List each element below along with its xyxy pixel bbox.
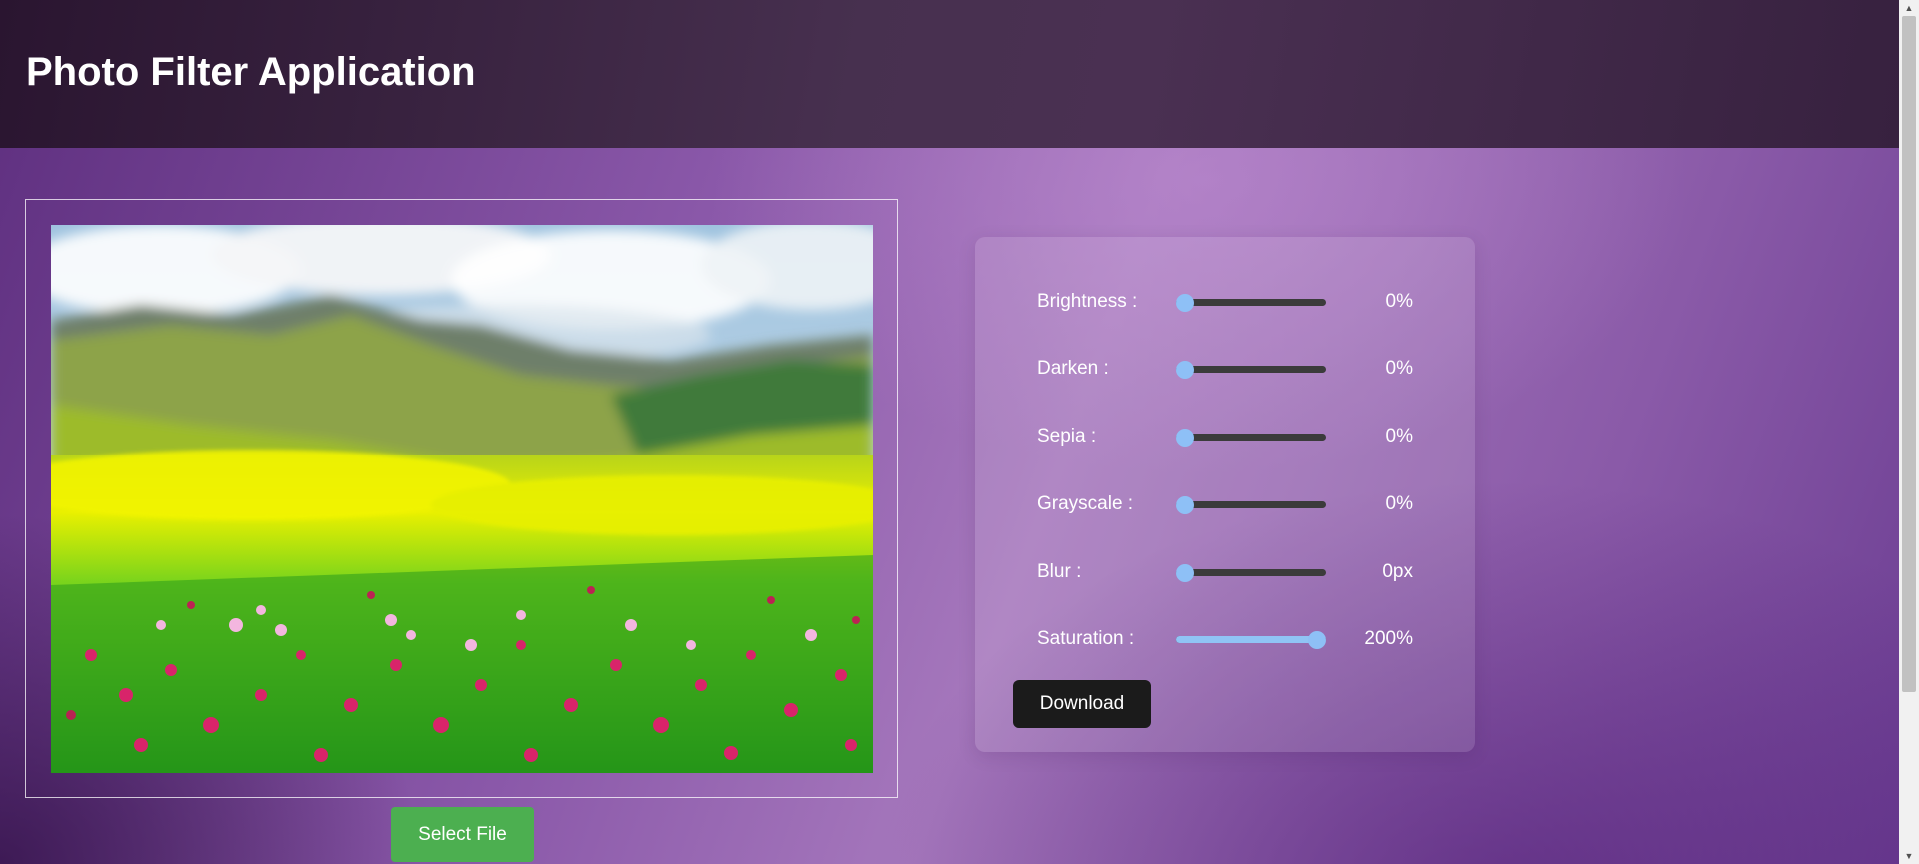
select-file-button[interactable]: Select File (391, 807, 534, 862)
blur-slider-thumb[interactable] (1176, 564, 1194, 582)
grayscale-slider-thumb[interactable] (1176, 496, 1194, 514)
sepia-label: Sepia : (1037, 426, 1097, 447)
saturation-slider-thumb[interactable] (1308, 631, 1326, 649)
grayscale-label: Grayscale : (1037, 493, 1134, 514)
brightness-slider-thumb[interactable] (1176, 294, 1194, 312)
saturation-label: Saturation : (1037, 628, 1135, 649)
brightness-slider[interactable] (1176, 294, 1326, 312)
photo-preview (51, 225, 873, 773)
vertical-scrollbar[interactable]: ▲ ▼ (1899, 0, 1919, 864)
brightness-value: 0% (1385, 291, 1413, 312)
triangle-down-icon[interactable]: ▼ (1899, 848, 1919, 864)
grayscale-value: 0% (1385, 493, 1413, 514)
image-preview-frame (25, 199, 898, 798)
scrollbar-thumb[interactable] (1902, 16, 1916, 692)
triangle-up-icon[interactable]: ▲ (1899, 0, 1919, 16)
darken-value: 0% (1385, 358, 1413, 379)
darken-slider-thumb[interactable] (1176, 361, 1194, 379)
darken-control: Darken : 0% (975, 354, 1475, 384)
brightness-label: Brightness : (1037, 291, 1138, 312)
filter-controls-panel: Brightness : 0% Darken : 0% Sepia : 0% G… (975, 237, 1475, 752)
blur-label: Blur : (1037, 561, 1082, 582)
blur-value: 0px (1382, 561, 1413, 582)
saturation-control: Saturation : 200% (975, 624, 1475, 654)
brightness-control: Brightness : 0% (975, 287, 1475, 317)
darken-label: Darken : (1037, 358, 1109, 379)
page-title: Photo Filter Application (26, 50, 476, 94)
darken-slider[interactable] (1176, 361, 1326, 379)
sepia-slider[interactable] (1176, 429, 1326, 447)
sepia-slider-thumb[interactable] (1176, 429, 1194, 447)
blur-control: Blur : 0px (975, 557, 1475, 587)
app-header: Photo Filter Application (0, 0, 1899, 148)
grayscale-slider[interactable] (1176, 496, 1326, 514)
saturation-value: 200% (1364, 628, 1413, 649)
saturation-slider[interactable] (1176, 631, 1326, 649)
sepia-value: 0% (1385, 426, 1413, 447)
download-button[interactable]: Download (1013, 680, 1151, 728)
grayscale-control: Grayscale : 0% (975, 489, 1475, 519)
sepia-control: Sepia : 0% (975, 422, 1475, 452)
blur-slider[interactable] (1176, 564, 1326, 582)
